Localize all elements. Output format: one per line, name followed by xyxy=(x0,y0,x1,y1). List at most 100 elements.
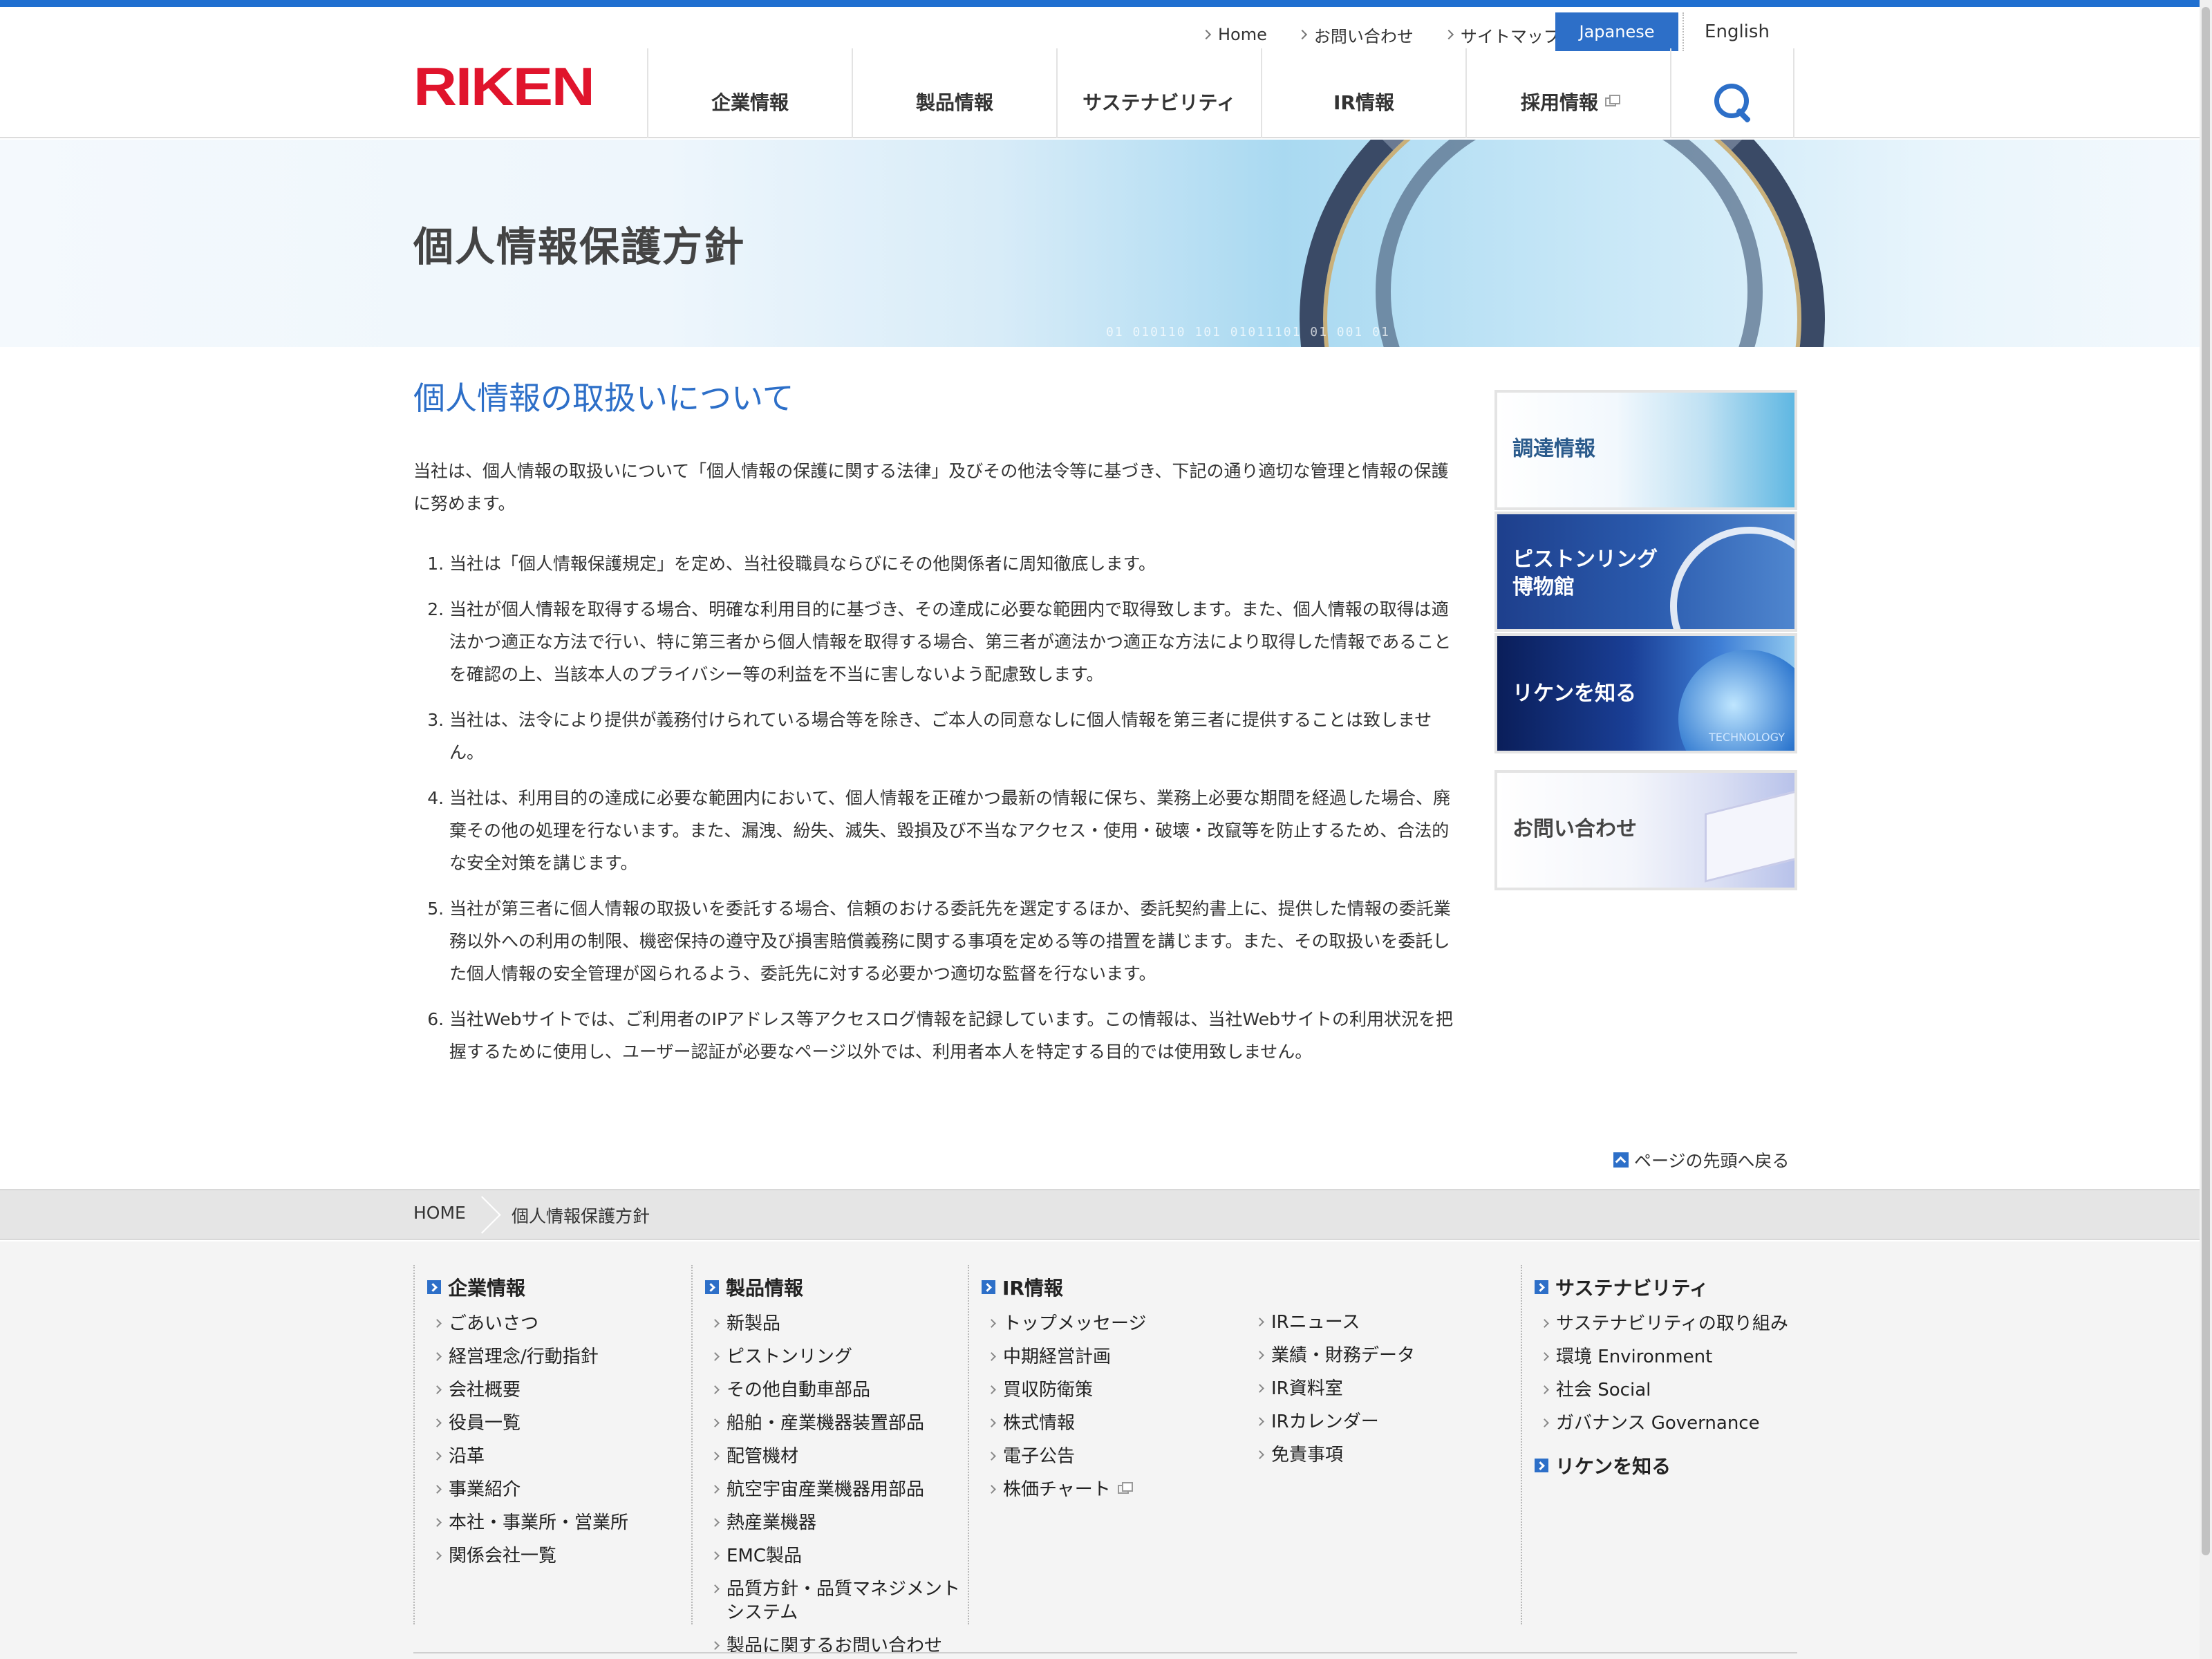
policy-item: 当社は「個人情報保護規定」を定め、当社役職員ならびにその他関係者に周知徹底します… xyxy=(449,547,1464,580)
footer-link[interactable]: 中期経営計画 xyxy=(982,1345,1244,1369)
intro-paragraph: 当社は、個人情報の取扱いについて「個人情報の保護に関する法律」及びその他法令等に… xyxy=(413,461,1449,514)
footer-link[interactable]: 関係会社一覧 xyxy=(427,1544,690,1568)
footer-link[interactable]: IRカレンダー xyxy=(1250,1410,1521,1434)
footer-link[interactable]: 製品に関するお問い合わせ xyxy=(705,1634,968,1658)
arrow-square-icon xyxy=(1535,1459,1548,1472)
arrow-up-icon xyxy=(1613,1152,1629,1168)
chevron-right-icon xyxy=(1443,29,1454,40)
footer-column-ir-sub: IRニュース 業績・財務データ IR資料室 IRカレンダー 免責事項 xyxy=(1244,1265,1521,1477)
chevron-right-icon xyxy=(711,1352,720,1361)
nav-sustainability[interactable]: サステナビリティ xyxy=(1056,48,1261,138)
banner-procurement[interactable]: 調達情報 xyxy=(1494,390,1797,510)
footer-link[interactable]: 役員一覧 xyxy=(427,1412,690,1435)
chevron-right-icon xyxy=(433,1385,442,1394)
footer-link[interactable]: EMC製品 xyxy=(705,1544,968,1568)
language-japanese-button[interactable]: Japanese xyxy=(1555,12,1678,51)
utility-nav: Home お問い合わせ サイトマップ xyxy=(1201,18,1592,51)
footer-link[interactable]: その他自動車部品 xyxy=(705,1378,968,1402)
chevron-right-icon xyxy=(711,1385,720,1394)
footer-heading-know-riken[interactable]: リケンを知る xyxy=(1535,1452,1797,1479)
nav-ir[interactable]: IR情報 xyxy=(1261,48,1465,138)
chevron-right-icon xyxy=(711,1485,720,1494)
chevron-right-icon xyxy=(433,1452,442,1461)
chevron-right-icon xyxy=(987,1385,996,1394)
chevron-right-icon xyxy=(433,1485,442,1494)
global-nav: 企業情報 製品情報 サステナビリティ IR情報 採用情報 xyxy=(647,48,1794,138)
utility-link-sitemap[interactable]: サイトマップ xyxy=(1443,23,1560,47)
footer-link[interactable]: 環境 Environment xyxy=(1535,1345,1797,1369)
chevron-right-icon xyxy=(987,1319,996,1328)
envelope-icon xyxy=(1705,787,1794,883)
external-link-icon xyxy=(1605,94,1620,106)
footer-link[interactable]: IR資料室 xyxy=(1250,1377,1521,1400)
breadcrumb-current: 個人情報保護方針 xyxy=(512,1206,650,1226)
back-to-top-link[interactable]: ページの先頭へ戻る xyxy=(1613,1147,1790,1172)
utility-link-contact[interactable]: お問い合わせ xyxy=(1297,23,1414,47)
chevron-right-icon xyxy=(711,1518,720,1527)
footer-link[interactable]: トップメッセージ xyxy=(982,1312,1244,1335)
footer-heading-sustainability[interactable]: サステナビリティ xyxy=(1535,1273,1797,1301)
hero-binary-decoration: 01 010110 101 01011101 01 001 01 xyxy=(1106,325,1390,339)
chevron-right-icon xyxy=(711,1319,720,1328)
chevron-right-icon xyxy=(433,1352,442,1361)
footer-link[interactable]: ごあいさつ xyxy=(427,1312,690,1335)
chevron-right-icon xyxy=(1540,1319,1549,1328)
nav-company[interactable]: 企業情報 xyxy=(647,48,852,138)
ring-graphic-icon xyxy=(1670,527,1794,629)
nav-recruit[interactable]: 採用情報 xyxy=(1465,48,1670,138)
section-heading: 個人情報の取扱いについて xyxy=(413,379,794,417)
policy-item: 当社が個人情報を取得する場合、明確な利用目的に基づき、その達成に必要な範囲内で取… xyxy=(449,593,1464,691)
search-button[interactable] xyxy=(1670,48,1794,138)
breadcrumb-home-link[interactable]: HOME xyxy=(413,1203,466,1223)
footer-link[interactable]: ピストンリング xyxy=(705,1345,968,1369)
footer-link[interactable]: 船舶・産業機器装置部品 xyxy=(705,1412,968,1435)
footer-column-ir: IR情報 トップメッセージ 中期経営計画 買収防衛策 株式情報 電子公告 株価チ… xyxy=(968,1265,1244,1624)
footer-link[interactable]: 経営理念/行動指針 xyxy=(427,1345,690,1369)
footer-heading-company[interactable]: 企業情報 xyxy=(427,1273,690,1301)
chevron-right-icon xyxy=(433,1319,442,1328)
chevron-right-icon xyxy=(987,1485,996,1494)
footer-link[interactable]: 会社概要 xyxy=(427,1378,690,1402)
policy-item: 当社が第三者に個人情報の取扱いを委託する場合、信頼のおける委託先を選定するほか、… xyxy=(449,892,1464,990)
footer-column-products: 製品情報 新製品 ピストンリング その他自動車部品 船舶・産業機器装置部品 配管… xyxy=(691,1265,968,1656)
footer-link[interactable]: 免責事項 xyxy=(1250,1443,1521,1467)
banner-piston-ring-museum[interactable]: ピストンリング 博物館 xyxy=(1494,512,1797,632)
footer-link[interactable]: 株式情報 xyxy=(982,1412,1244,1435)
banner-contact[interactable]: お問い合わせ xyxy=(1494,770,1797,890)
footer-link[interactable]: 事業紹介 xyxy=(427,1478,690,1501)
footer-link[interactable]: サステナビリティの取り組み xyxy=(1535,1312,1797,1335)
footer-link[interactable]: 社会 Social xyxy=(1535,1378,1797,1402)
footer-divider xyxy=(413,1652,1797,1653)
footer-link[interactable]: 新製品 xyxy=(705,1312,968,1335)
footer-link[interactable]: 株価チャート xyxy=(982,1478,1244,1501)
footer-link[interactable]: 熱産業機器 xyxy=(705,1511,968,1535)
footer-link[interactable]: 業績・財務データ xyxy=(1250,1344,1521,1367)
footer-heading-ir[interactable]: IR情報 xyxy=(982,1273,1244,1301)
footer-link[interactable]: IRニュース xyxy=(1250,1311,1521,1334)
banner-know-riken[interactable]: リケンを知る TECHNOLOGY xyxy=(1494,633,1797,753)
breadcrumb-separator-icon xyxy=(470,1190,498,1239)
footer-link[interactable]: ガバナンス Governance xyxy=(1535,1412,1797,1435)
site-footer: 企業情報 ごあいさつ 経営理念/行動指針 会社概要 役員一覧 沿革 事業紹介 本… xyxy=(0,1241,2212,1659)
arrow-square-icon xyxy=(705,1280,719,1294)
hero-banner: 01 010110 101 01011101 01 001 01 個人情報保護方… xyxy=(0,140,2212,347)
footer-link[interactable]: 本社・事業所・営業所 xyxy=(427,1511,690,1535)
footer-heading-products[interactable]: 製品情報 xyxy=(705,1273,968,1301)
site-header: RIKEN Home お問い合わせ サイトマップ Japanese Englis… xyxy=(0,7,2212,138)
nav-products[interactable]: 製品情報 xyxy=(852,48,1056,138)
scrollbar-thumb[interactable] xyxy=(2202,7,2210,1555)
chevron-right-icon xyxy=(1255,1318,1264,1327)
footer-link[interactable]: 電子公告 xyxy=(982,1445,1244,1468)
footer-link[interactable]: 沿革 xyxy=(427,1445,690,1468)
arrow-square-icon xyxy=(1535,1280,1548,1294)
riken-logo[interactable]: RIKEN xyxy=(413,55,595,118)
footer-link[interactable]: 買収防衛策 xyxy=(982,1378,1244,1402)
footer-link[interactable]: 配管機材 xyxy=(705,1445,968,1468)
chevron-right-icon xyxy=(711,1641,720,1650)
footer-link[interactable]: 航空宇宙産業機器用部品 xyxy=(705,1478,968,1501)
page-scrollbar[interactable] xyxy=(2200,0,2212,1659)
utility-link-home[interactable]: Home xyxy=(1201,25,1267,44)
policy-list: 当社は「個人情報保護規定」を定め、当社役職員ならびにその他関係者に周知徹底します… xyxy=(413,547,1464,1068)
footer-link[interactable]: 品質方針・品質マネジメントシステム xyxy=(705,1577,961,1624)
language-english-button[interactable]: English xyxy=(1683,12,1790,51)
